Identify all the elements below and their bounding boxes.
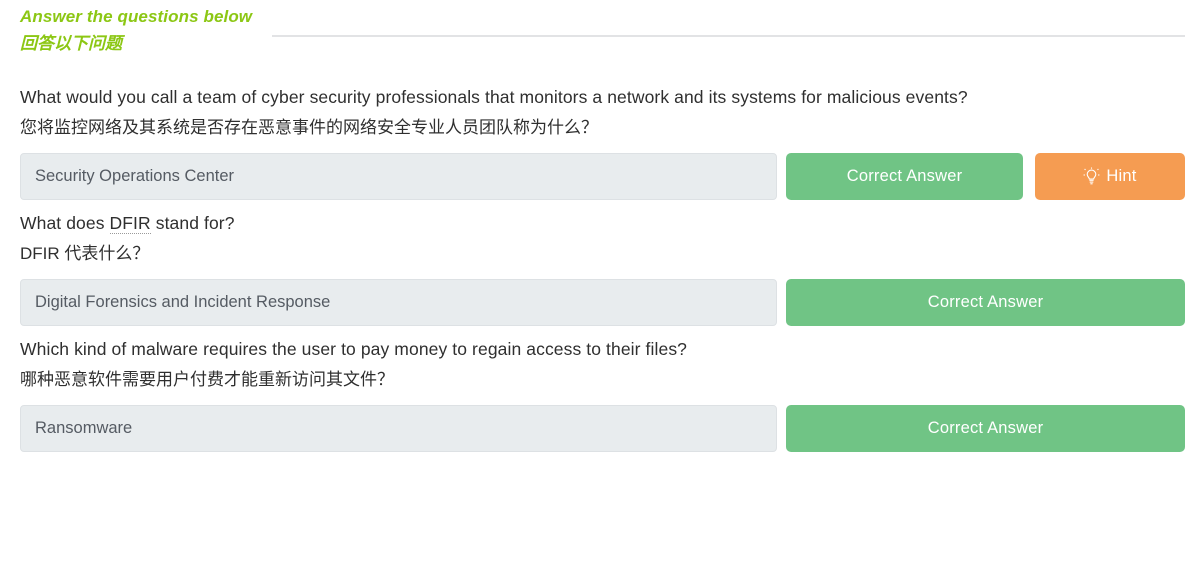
question-text-en-part: Which kind of malware requires the user … — [20, 339, 688, 359]
question-text-cn: 您将监控网络及其系统是否存在恶意事件的网络安全专业人员团队称为什么？ — [20, 118, 598, 137]
correct-answer-label: Correct Answer — [927, 419, 1044, 437]
question-text-en-part: What would you call a team of cyber secu… — [20, 87, 968, 107]
answer-input[interactable] — [20, 153, 777, 200]
question-text-en: What would you call a team of cyber secu… — [20, 82, 1203, 112]
answer-row: Correct Answer — [0, 153, 1203, 202]
answer-input[interactable] — [20, 405, 777, 452]
answer-row: Correct Answer — [0, 405, 1203, 454]
question-text-en-part-2: stand for? — [150, 213, 235, 233]
correct-answer-button[interactable]: Correct Answer — [786, 279, 1185, 326]
header-divider — [272, 35, 1185, 37]
correct-answer-label: Correct Answer — [846, 167, 963, 185]
correct-answer-button[interactable]: Correct Answer — [786, 153, 1023, 200]
hint-label: Hint — [1106, 167, 1137, 185]
answer-input[interactable] — [20, 279, 777, 326]
correct-answer-label: Correct Answer — [927, 293, 1044, 311]
question-abbreviation: DFIR — [109, 213, 151, 234]
question-text-cn: DFIR 代表什么？ — [20, 244, 150, 263]
question-block: Which kind of malware requires the user … — [0, 334, 1203, 454]
question-text-en: What does DFIR stand for? — [20, 208, 1203, 238]
question-text-en: Which kind of malware requires the user … — [20, 334, 1203, 364]
question-block: What does DFIR stand for? DFIR 代表什么？ Cor… — [0, 208, 1203, 328]
question-text-en-part: What does — [20, 213, 110, 233]
quiz-legend-en: Answer the questions below — [20, 7, 253, 26]
answer-row: Correct Answer — [0, 279, 1203, 328]
quiz-header: Answer the questions below 回答以下问题 — [20, 4, 1185, 58]
hint-button[interactable]: Hint — [1035, 153, 1185, 200]
questions-list: What would you call a team of cyber secu… — [0, 82, 1203, 460]
question-block: What would you call a team of cyber secu… — [0, 82, 1203, 202]
question-text-cn: 哪种恶意软件需要用户付费才能重新访问其文件？ — [20, 370, 394, 389]
quiz-page: Answer the questions below 回答以下问题 What w… — [0, 0, 1203, 562]
lightbulb-icon — [1083, 167, 1100, 186]
correct-answer-button[interactable]: Correct Answer — [786, 405, 1185, 452]
